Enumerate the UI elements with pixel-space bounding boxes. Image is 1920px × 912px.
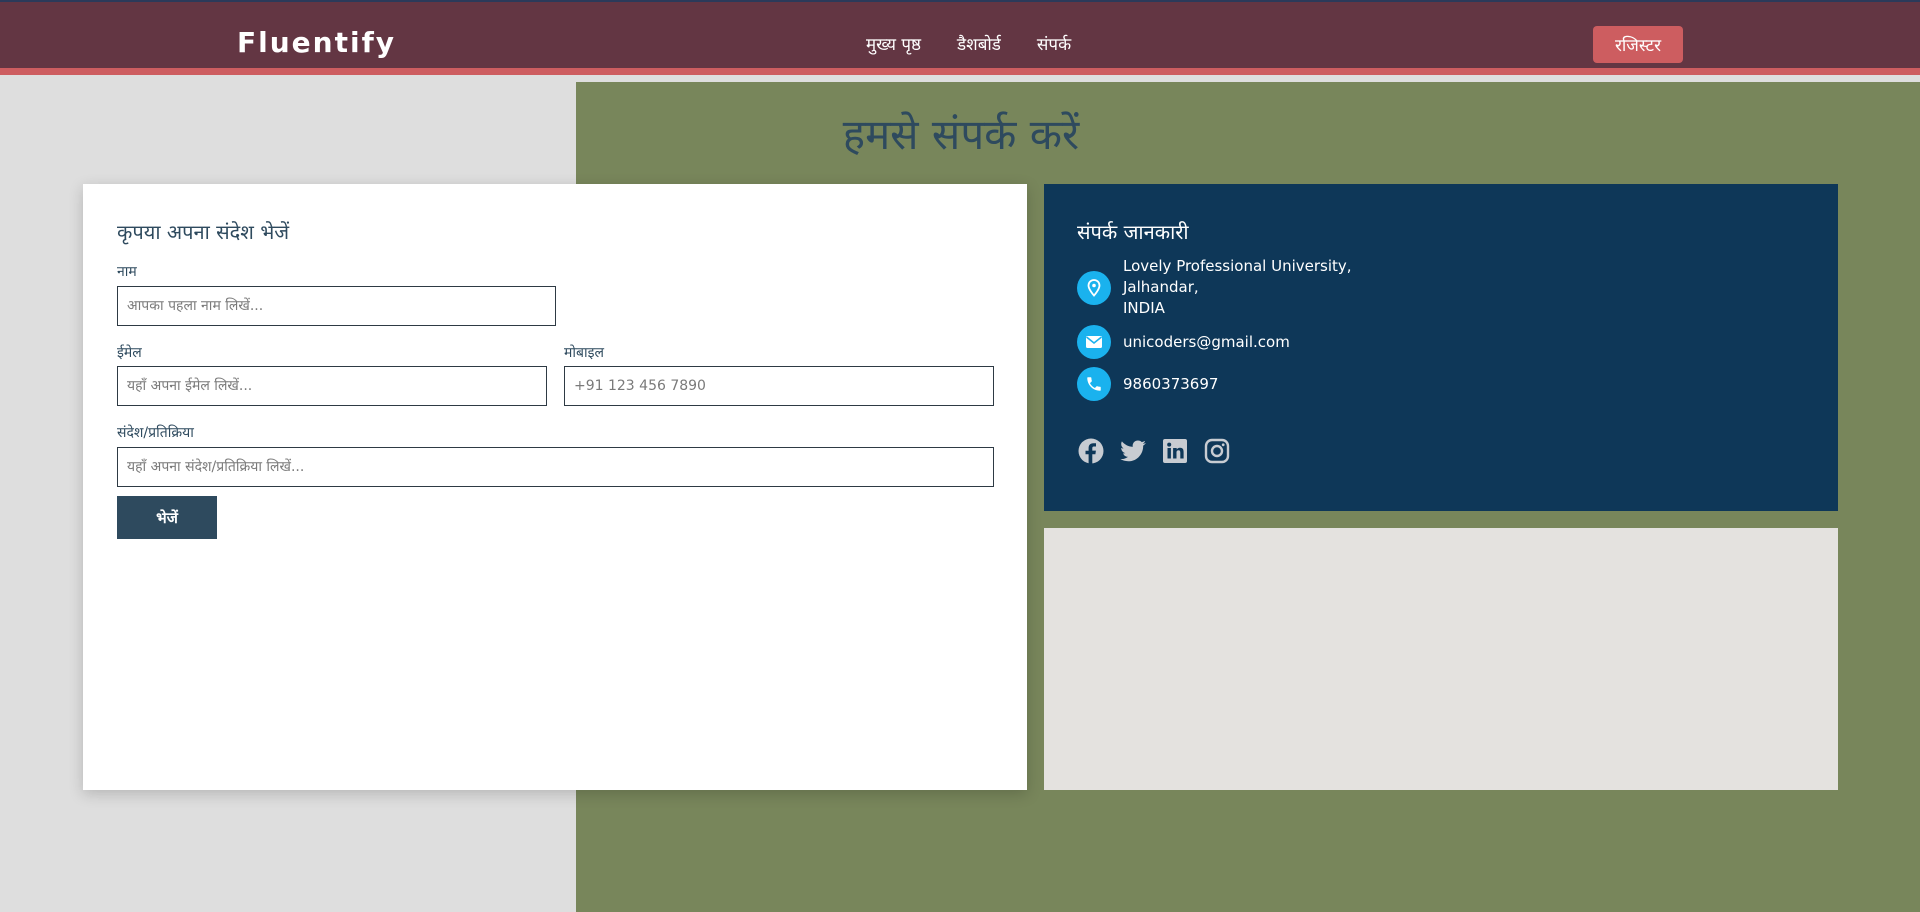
mail-icon [1077,325,1111,359]
phone-icon [1077,367,1111,401]
twitter-icon[interactable] [1119,437,1147,465]
linkedin-icon[interactable] [1161,437,1189,465]
name-input[interactable] [117,286,556,326]
app-logo[interactable]: Fluentify [237,26,396,59]
social-links [1077,437,1231,465]
name-label: नाम [117,264,137,280]
message-label: संदेश/प्रतिक्रिया [117,425,194,441]
navbar: Fluentify मुख्य पृष्ठ डैशबोर्ड संपर्क रज… [0,2,1920,75]
email-label: ईमेल [117,345,142,361]
page-title: हमसे संपर्क करें [842,110,1080,159]
phone-text[interactable]: 9860373697 [1123,374,1218,395]
address-line-2: Jalhandar, [1123,278,1199,296]
address-line-1: Lovely Professional University, [1123,257,1352,275]
contact-form-card: कृपया अपना संदेश भेजें नाम ईमेल मोबाइल स… [83,184,1027,790]
facebook-icon[interactable] [1077,437,1105,465]
map-placeholder[interactable] [1044,528,1838,790]
form-heading: कृपया अपना संदेश भेजें [117,220,290,244]
address-text: Lovely Professional University, Jalhanda… [1123,256,1352,319]
nav-links: मुख्य पृष्ठ डैशबोर्ड संपर्क [866,32,1071,55]
send-button[interactable]: भेजें [117,496,217,539]
register-button[interactable]: रजिस्टर [1593,26,1683,63]
nav-link-home[interactable]: मुख्य पृष्ठ [866,32,921,55]
email-row: unicoders@gmail.com [1077,325,1290,359]
location-icon [1077,270,1111,305]
mobile-input[interactable] [564,366,994,406]
contact-info-heading: संपर्क जानकारी [1077,220,1189,244]
address-row: Lovely Professional University, Jalhanda… [1077,256,1352,319]
email-input[interactable] [117,366,547,406]
nav-link-dashboard[interactable]: डैशबोर्ड [957,32,1001,55]
email-text[interactable]: unicoders@gmail.com [1123,332,1290,353]
address-line-3: INDIA [1123,299,1165,317]
contact-info-card: संपर्क जानकारी Lovely Professional Unive… [1044,184,1838,511]
phone-row: 9860373697 [1077,367,1218,401]
nav-link-contact[interactable]: संपर्क [1037,32,1071,55]
message-input[interactable] [117,447,994,487]
mobile-label: मोबाइल [564,345,604,361]
instagram-icon[interactable] [1203,437,1231,465]
